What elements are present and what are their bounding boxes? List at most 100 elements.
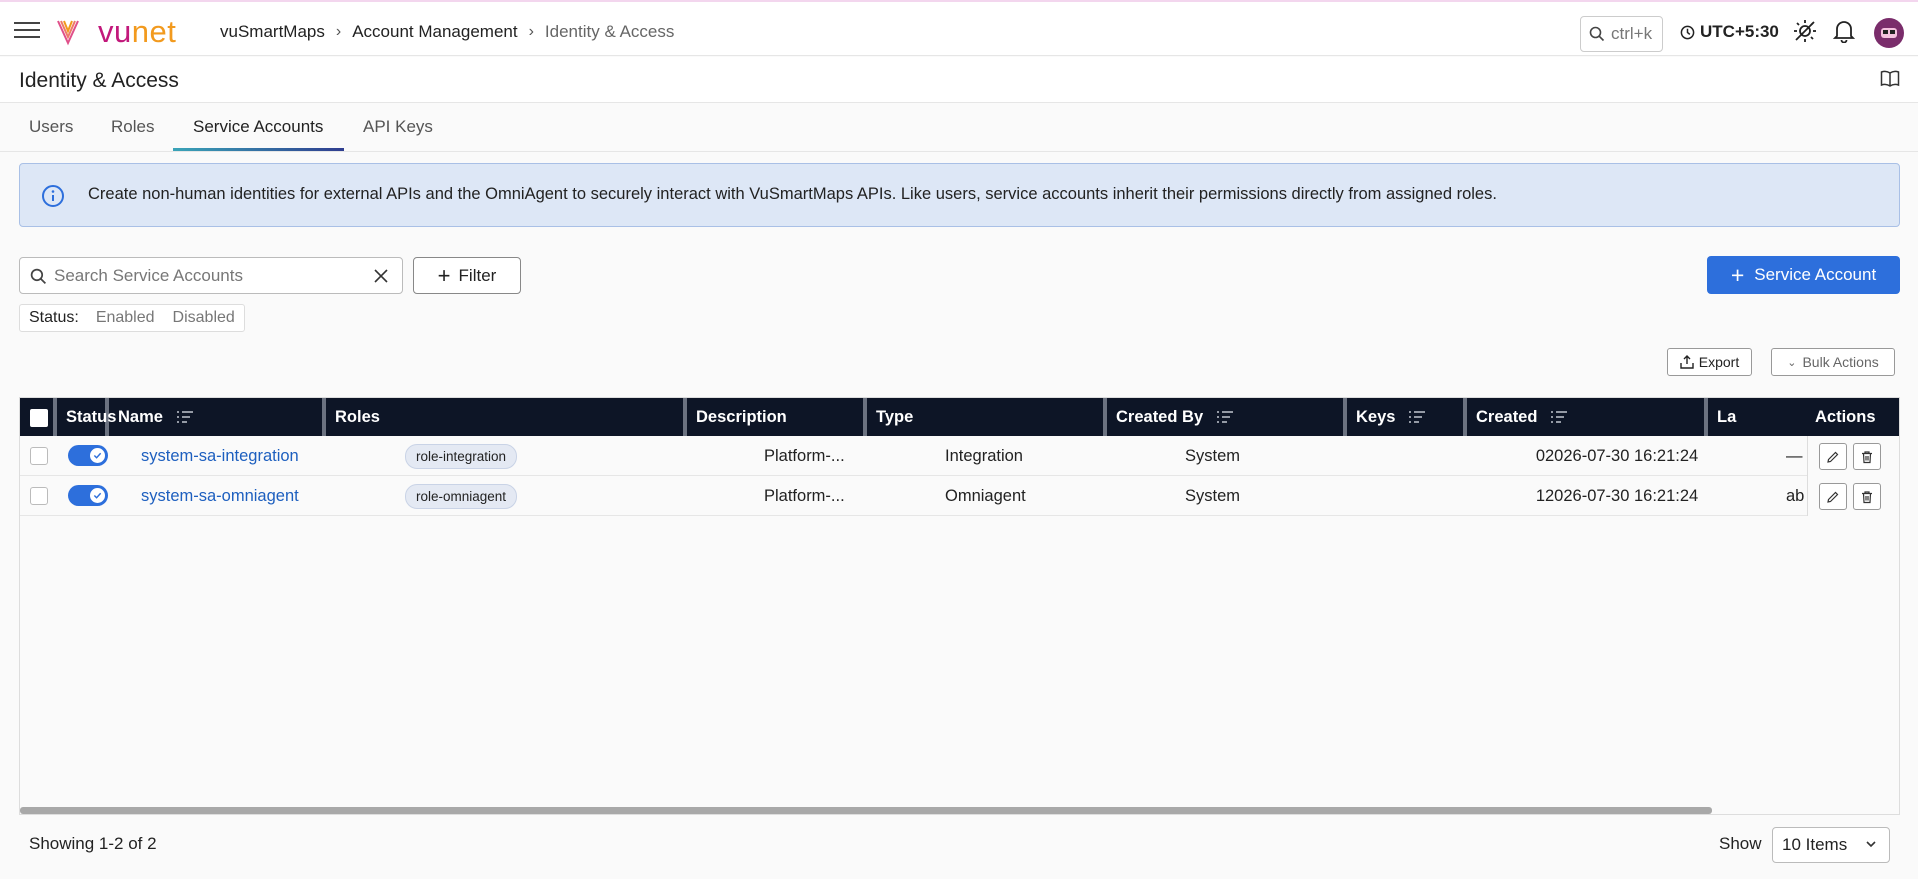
timezone-label: UTC+5:30: [1700, 22, 1779, 41]
service-account-name-link[interactable]: system-sa-omniagent: [141, 487, 299, 506]
table-row: system-sa-omniagent role-omniagent Platf…: [20, 476, 1899, 516]
chevron-down-icon: ⌄: [1787, 356, 1797, 369]
sort-icon[interactable]: [1217, 411, 1234, 423]
column-last-used[interactable]: La: [1708, 398, 1807, 436]
description-cell: Platform-...: [764, 486, 845, 505]
plus-icon: +: [1730, 261, 1745, 288]
created-cell: 2026-07-30 16:21:24: [1545, 446, 1699, 465]
bell-icon[interactable]: [1831, 18, 1857, 44]
edit-button[interactable]: [1819, 443, 1847, 470]
tab-service-accounts[interactable]: Service Accounts: [193, 117, 323, 137]
table-header: Status Name Roles Description Type Creat…: [20, 398, 1899, 436]
add-service-account-button[interactable]: + Service Account: [1707, 256, 1900, 294]
info-icon: [42, 185, 64, 207]
status-toggle[interactable]: [68, 445, 108, 466]
logo[interactable]: vunet: [56, 14, 176, 50]
logo-text: vunet: [98, 14, 177, 49]
filter-button-label: Filter: [458, 265, 497, 285]
column-created-by[interactable]: Created By: [1107, 398, 1347, 436]
row-checkbox[interactable]: [30, 447, 48, 465]
bulk-actions-button[interactable]: ⌄ Bulk Actions: [1771, 348, 1895, 376]
delete-button[interactable]: [1853, 443, 1881, 470]
info-banner-text: Create non-human identities for external…: [88, 185, 1497, 203]
search-icon: [1589, 26, 1605, 42]
command-hint: ctrl+k: [1611, 24, 1653, 43]
command-search-button[interactable]: ctrl+k: [1580, 16, 1663, 52]
page-size-select[interactable]: 10 Items: [1772, 827, 1890, 863]
breadcrumb-account-management[interactable]: Account Management: [352, 22, 517, 42]
row-actions: [1807, 436, 1899, 476]
column-actions: Actions: [1815, 407, 1876, 426]
menu-icon[interactable]: [14, 22, 40, 40]
column-roles[interactable]: Roles: [326, 398, 687, 436]
status-option-disabled[interactable]: Disabled: [173, 309, 235, 327]
clock-icon: [1680, 25, 1695, 39]
column-description[interactable]: Description: [687, 398, 867, 436]
check-icon: [93, 492, 102, 499]
status-toggle[interactable]: [68, 485, 108, 506]
top-bar: vunet vuSmartMaps › Account Management ›…: [0, 0, 1918, 56]
chevron-down-icon: [1866, 841, 1876, 848]
column-name[interactable]: Name: [109, 398, 326, 436]
column-created[interactable]: Created: [1467, 398, 1708, 436]
delete-button[interactable]: [1853, 483, 1881, 510]
service-account-name-link[interactable]: system-sa-integration: [141, 447, 299, 466]
column-status[interactable]: Status: [57, 398, 116, 436]
select-all-header: [20, 398, 57, 436]
breadcrumb-vusmartmaps[interactable]: vuSmartMaps: [220, 22, 325, 42]
keys-cell: 1: [1535, 486, 1545, 505]
last-used-cell: ab: [1786, 486, 1805, 505]
bulk-actions-label: Bulk Actions: [1802, 354, 1879, 370]
sort-icon[interactable]: [1551, 411, 1568, 423]
service-accounts-table: Status Name Roles Description Type Creat…: [19, 397, 1900, 815]
created-cell: 2026-07-30 16:21:24: [1545, 486, 1699, 505]
tab-roles[interactable]: Roles: [111, 117, 154, 137]
trash-icon: [1862, 490, 1872, 503]
check-icon: [93, 452, 102, 459]
sort-icon[interactable]: [176, 411, 193, 423]
role-chip: role-omniagent: [405, 483, 518, 509]
search-icon: [30, 268, 47, 285]
tab-api-keys[interactable]: API Keys: [363, 117, 433, 137]
chevron-right-icon: ›: [528, 23, 534, 40]
pencil-icon: [1827, 451, 1839, 463]
breadcrumb-identity-access: Identity & Access: [544, 22, 675, 41]
column-type[interactable]: Type: [867, 398, 1107, 436]
search-input[interactable]: [54, 264, 354, 288]
filter-button[interactable]: + Filter: [413, 257, 521, 294]
page-title: Identity & Access: [19, 69, 179, 92]
created-by-cell: System: [1185, 486, 1241, 505]
export-icon: [1680, 355, 1694, 369]
page-size-value: 10 Items: [1782, 835, 1848, 854]
keys-cell: 0: [1535, 446, 1545, 465]
description-cell: Platform-...: [764, 446, 845, 465]
edit-button[interactable]: [1819, 483, 1847, 510]
sort-icon[interactable]: [1409, 411, 1426, 423]
add-service-account-label: Service Account: [1754, 265, 1877, 284]
export-label: Export: [1698, 354, 1740, 370]
chevron-right-icon: ›: [335, 23, 342, 40]
trash-icon: [1862, 450, 1872, 463]
avatar[interactable]: [1874, 18, 1904, 48]
table-row: system-sa-integration role-integration P…: [20, 436, 1899, 476]
row-checkbox[interactable]: [30, 487, 48, 505]
column-keys[interactable]: Keys: [1347, 398, 1467, 436]
book-icon[interactable]: [1880, 70, 1900, 93]
clear-icon[interactable]: [373, 268, 389, 284]
export-button[interactable]: Export: [1667, 348, 1752, 376]
timezone-button[interactable]: UTC+5:30: [1680, 22, 1779, 42]
plus-icon: +: [437, 262, 451, 288]
active-tab-indicator: [173, 148, 344, 151]
row-actions: [1807, 476, 1899, 516]
created-by-cell: System: [1185, 446, 1241, 465]
tab-users[interactable]: Users: [29, 117, 73, 137]
last-used-cell: —: [1786, 446, 1803, 465]
page-size-label: Show: [1719, 834, 1762, 853]
page-header: Identity & Access: [0, 57, 1918, 103]
status-option-enabled[interactable]: Enabled: [96, 309, 155, 327]
type-cell: Omniagent: [945, 486, 1026, 505]
status-filter-label: Status:: [29, 309, 79, 326]
theme-toggle-icon[interactable]: [1792, 18, 1818, 44]
select-all-checkbox[interactable]: [30, 409, 48, 427]
horizontal-scrollbar[interactable]: [20, 807, 1712, 814]
